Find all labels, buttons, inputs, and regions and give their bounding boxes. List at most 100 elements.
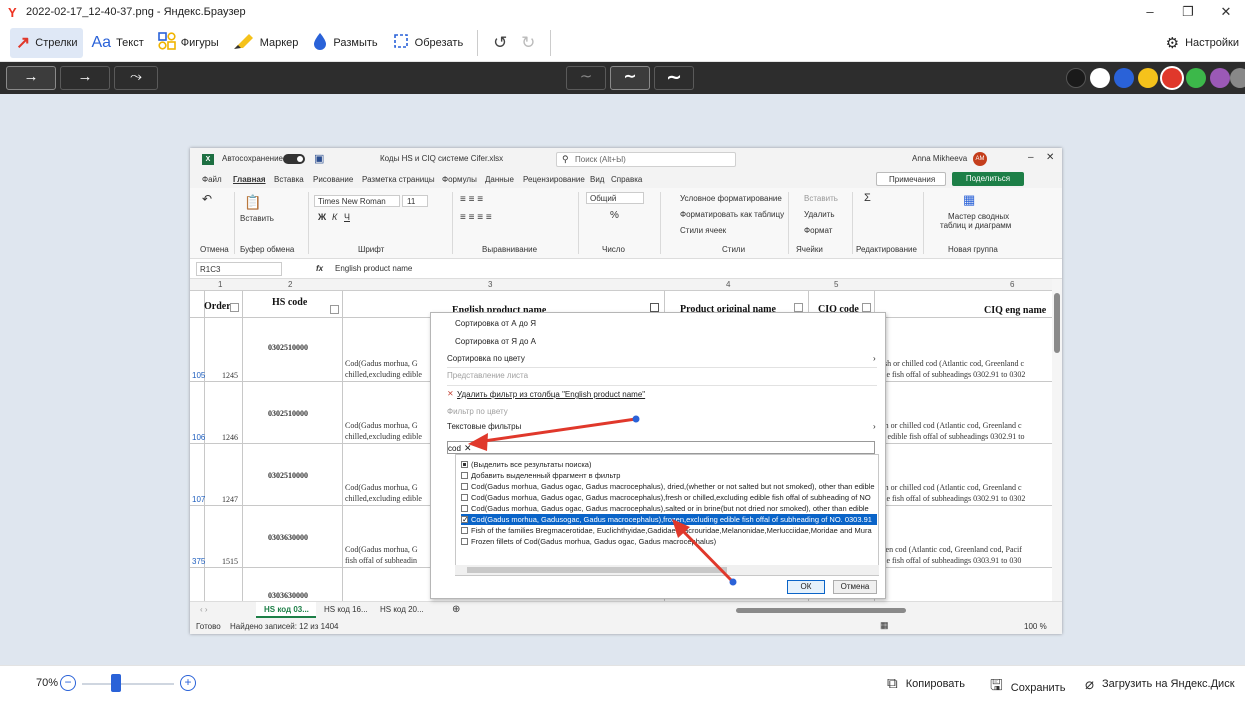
tool-text[interactable]: Aa Текст: [85, 28, 149, 58]
share-button[interactable]: Поделиться: [952, 172, 1024, 186]
color-swatch-purple[interactable]: [1210, 68, 1230, 88]
underline-button[interactable]: Ч: [344, 212, 350, 222]
row-number[interactable]: 105: [192, 371, 205, 380]
filter-search-input[interactable]: cod ✕: [447, 441, 875, 454]
sheet-tab[interactable]: HS код 20...: [380, 605, 424, 614]
tab-formulas[interactable]: Формулы: [442, 175, 477, 184]
hs-code-cell[interactable]: 0302510000: [268, 343, 308, 352]
hs-code-cell[interactable]: 0303630000: [268, 591, 308, 600]
percent-icon[interactable]: %: [610, 210, 619, 221]
rotate-left-icon[interactable]: ↺: [486, 33, 514, 53]
filter-list-item[interactable]: Cod(Gadus morhua, Gadusogac, Gadus macro…: [461, 514, 877, 525]
ciq-name-cell-line2[interactable]: an edible fish offal of subheadings 0302…: [878, 432, 1025, 441]
column-number[interactable]: 3: [488, 280, 492, 289]
tab-view[interactable]: Вид: [590, 175, 604, 184]
rotate-right-icon[interactable]: ↻: [514, 33, 542, 53]
english-name-cell[interactable]: Cod(Gadus morhua, G: [345, 483, 418, 492]
sort-za-item[interactable]: Сортировка от Я до А: [455, 337, 536, 346]
header-cell[interactable]: CIQ eng name: [984, 305, 1046, 316]
zoom-slider-thumb[interactable]: [111, 674, 121, 692]
name-box[interactable]: R1C3: [196, 262, 282, 276]
tab-data[interactable]: Данные: [485, 175, 514, 184]
filter-values-list[interactable]: (Выделить все результаты поиска) Добавить…: [455, 454, 879, 576]
order-cell[interactable]: 1515: [222, 557, 238, 566]
filter-list-item[interactable]: (Выделить все результаты поиска): [461, 459, 877, 470]
english-name-cell[interactable]: Cod(Gadus morhua, G: [345, 359, 418, 368]
excel-close-icon[interactable]: ✕: [1046, 152, 1054, 163]
checkbox[interactable]: [461, 527, 468, 534]
list-horizontal-scrollbar[interactable]: [455, 565, 879, 575]
english-name-cell[interactable]: Cod(Gadus morhua, G: [345, 421, 418, 430]
minimize-button[interactable]: –: [1131, 0, 1169, 24]
pivot-wizard-label-2[interactable]: таблиц и диаграмм: [940, 221, 1011, 230]
tab-help[interactable]: Справка: [611, 175, 642, 184]
copy-button[interactable]: ⧉ Копировать: [887, 675, 965, 692]
column-number[interactable]: 6: [1010, 280, 1014, 289]
scrollbar-thumb[interactable]: [1054, 293, 1060, 353]
tool-marker[interactable]: Маркер: [227, 28, 305, 58]
align-left-icon[interactable]: ≡ ≡ ≡: [460, 194, 483, 205]
line-style-thin[interactable]: ∼: [566, 66, 606, 90]
upload-disk-button[interactable]: ⌀ Загрузить на Яндекс.Диск: [1085, 675, 1235, 693]
number-format-select[interactable]: Общий: [586, 192, 644, 204]
order-cell[interactable]: 1246: [222, 433, 238, 442]
english-name-cell[interactable]: Cod(Gadus morhua, G: [345, 545, 418, 554]
filter-list-item[interactable]: Frozen fillets of Cod(Gadus morhua, Gadu…: [461, 536, 877, 547]
color-swatch-blue[interactable]: [1114, 68, 1134, 88]
ciq-name-cell[interactable]: esh or chilled cod (Atlantic cod, Greenl…: [878, 421, 1022, 430]
english-name-cell-line2[interactable]: fish offal of subheadin: [345, 556, 417, 565]
filter-list-item[interactable]: Добавить выделенный фрагмент в фильтр: [461, 470, 877, 481]
filter-button[interactable]: [330, 305, 339, 314]
color-swatch-white[interactable]: [1090, 68, 1110, 88]
row-number[interactable]: 375: [192, 557, 205, 566]
restore-button[interactable]: ❐: [1169, 0, 1207, 24]
header-cell[interactable]: HS code: [272, 297, 307, 308]
line-style-thick[interactable]: ∼: [654, 66, 694, 90]
autosave-toggle[interactable]: [283, 154, 305, 164]
vertical-scrollbar[interactable]: [1052, 279, 1062, 601]
scrollbar-thumb[interactable]: [467, 567, 727, 573]
checkbox[interactable]: [461, 538, 468, 545]
excel-search-box[interactable]: ⚲ Поиск (Alt+Ы): [556, 152, 736, 167]
format-table-button[interactable]: Форматировать как таблицу: [680, 210, 784, 219]
save-button[interactable]: 🖫 Сохранить: [990, 675, 1065, 700]
ciq-name-cell-line2[interactable]: ible fish offal of subheadings 0303.91 t…: [878, 556, 1021, 565]
settings-button[interactable]: ⚙ Настройки: [1166, 24, 1239, 62]
sheet-nav-icon[interactable]: ‹ ›: [200, 605, 208, 614]
filter-button[interactable]: [862, 303, 871, 312]
tab-draw[interactable]: Рисование: [313, 175, 353, 184]
hs-code-cell[interactable]: 0302510000: [268, 471, 308, 480]
filter-list-item[interactable]: Cod(Gadus morhua, Gadus ogac, Gadus macr…: [461, 492, 877, 503]
checkbox[interactable]: [461, 461, 468, 468]
cell-styles-button[interactable]: Стили ячеек: [680, 226, 726, 235]
insert-cells-button[interactable]: Вставить: [804, 194, 838, 203]
ciq-name-cell[interactable]: ozen cod (Atlantic cod, Greenland cod, P…: [878, 545, 1022, 554]
column-number[interactable]: 1: [218, 280, 222, 289]
tab-insert[interactable]: Вставка: [274, 175, 304, 184]
pivot-wizard-label-1[interactable]: Мастер сводных: [948, 212, 1009, 221]
add-sheet-icon[interactable]: ⊕: [452, 604, 460, 615]
filter-button[interactable]: [230, 303, 239, 312]
tab-file[interactable]: Файл: [202, 175, 222, 184]
sum-icon[interactable]: Σ: [864, 192, 871, 204]
clear-search-icon[interactable]: ✕: [464, 443, 472, 453]
hs-code-cell[interactable]: 0302510000: [268, 409, 308, 418]
color-swatch-gray[interactable]: [1230, 68, 1245, 88]
tool-arrows[interactable]: ↗ Стрелки: [10, 27, 84, 58]
arrow-style-thin[interactable]: →: [60, 66, 110, 90]
checkbox[interactable]: [461, 514, 469, 525]
formula-value[interactable]: English product name: [335, 264, 412, 273]
view-normal-icon[interactable]: ▦: [880, 620, 889, 631]
header-cell[interactable]: Order: [204, 301, 231, 312]
line-style-medium[interactable]: ∼: [610, 66, 650, 90]
zoom-slider[interactable]: [82, 683, 174, 685]
cond-format-button[interactable]: Условное форматирование: [680, 194, 782, 203]
font-name-select[interactable]: Times New Roman: [314, 195, 400, 207]
color-swatch-green[interactable]: [1186, 68, 1206, 88]
color-swatch-red[interactable]: [1162, 68, 1182, 88]
checkbox[interactable]: [461, 472, 468, 479]
ciq-name-cell[interactable]: esh or chilled cod (Atlantic cod, Greenl…: [878, 483, 1022, 492]
hs-code-cell[interactable]: 0303630000: [268, 533, 308, 542]
paste-icon[interactable]: 📋: [244, 194, 261, 211]
align-center-icon[interactable]: ≡ ≡ ≡ ≡: [460, 212, 492, 223]
